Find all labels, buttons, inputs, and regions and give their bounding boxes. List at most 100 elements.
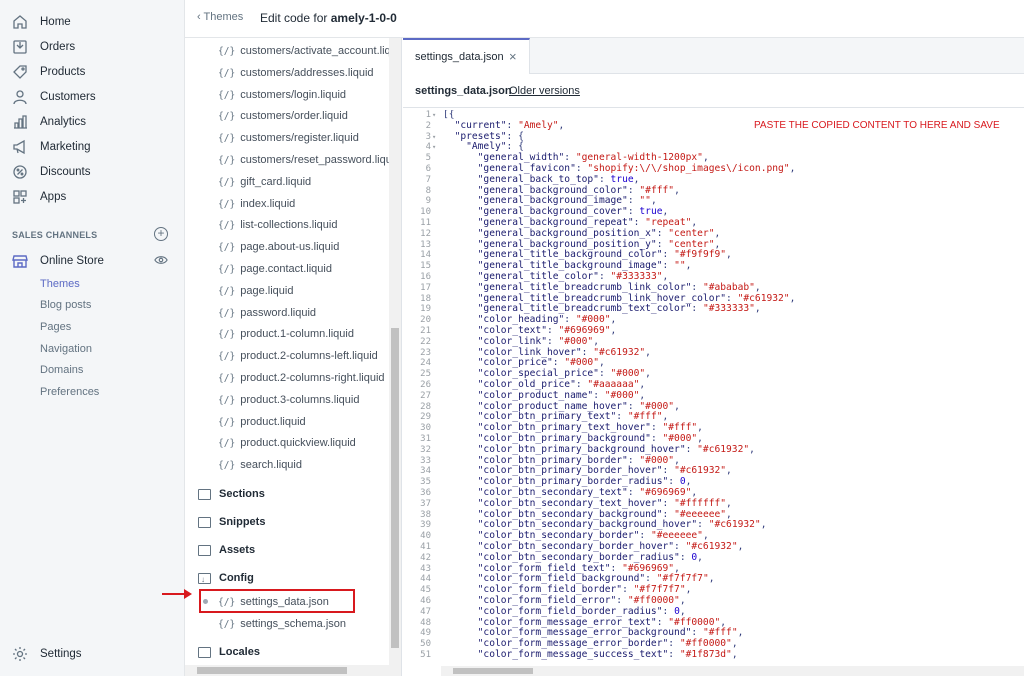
nav-sub-themes[interactable]: Themes <box>40 275 80 293</box>
folder-open-icon <box>198 571 211 589</box>
file-settings-schema[interactable]: {/} settings_schema.json <box>218 615 346 633</box>
folder-locales[interactable]: Locales <box>198 643 260 661</box>
nav-item-online-store[interactable]: Online Store <box>12 250 104 272</box>
file-item[interactable]: {/} page.liquid <box>218 282 293 300</box>
tree-scrollbar-thumb[interactable] <box>391 328 399 648</box>
nav-item-customers[interactable]: Customers <box>12 86 96 108</box>
code-bracket-icon: {/} <box>218 351 236 363</box>
file-item[interactable]: {/} customers/login.liquid <box>218 86 346 104</box>
nav-sub-preferences[interactable]: Preferences <box>40 383 99 401</box>
file-item[interactable]: {/} product.2-columns-right.liquid <box>218 369 385 387</box>
file-item[interactable]: {/} customers/reset_password.liquid <box>218 151 400 169</box>
file-label: customers/reset_password.liquid <box>240 154 401 166</box>
folder-snippets[interactable]: Snippets <box>198 513 265 531</box>
code-bracket-icon: {/} <box>218 198 236 210</box>
line-number: 23 <box>420 347 431 358</box>
nav-item-marketing[interactable]: Marketing <box>12 136 91 158</box>
file-item[interactable]: {/} customers/activate_account.liquid <box>218 42 401 60</box>
file-item[interactable]: {/} customers/register.liquid <box>218 129 359 147</box>
nav-sub-domains[interactable]: Domains <box>40 361 83 379</box>
nav-item-products[interactable]: Products <box>12 61 85 83</box>
nav-item-home[interactable]: Home <box>12 11 71 33</box>
back-to-themes-link[interactable]: ‹ Themes <box>197 11 243 23</box>
code-bracket-icon: {/} <box>218 133 236 145</box>
line-number: 51 <box>420 650 431 660</box>
nav-item-discounts[interactable]: Discounts <box>12 161 91 183</box>
close-icon[interactable]: × <box>509 49 517 64</box>
folder-assets[interactable]: Assets <box>198 541 255 559</box>
nav-sub-pages[interactable]: Pages <box>40 318 71 336</box>
code-bracket-icon: {/} <box>218 438 236 450</box>
file-item[interactable]: {/} gift_card.liquid <box>218 173 311 191</box>
file-label: customers/login.liquid <box>240 88 347 101</box>
file-settings-data[interactable]: {/} settings_data.json <box>218 593 329 611</box>
file-item[interactable]: {/} product.quickview.liquid <box>218 434 356 452</box>
file-item[interactable]: {/} search.liquid <box>218 456 302 474</box>
file-item[interactable]: {/} product.3-columns.liquid <box>218 391 359 409</box>
folder-config[interactable]: Config <box>198 569 254 589</box>
line-number: 16 <box>420 272 431 282</box>
line-number: 39 <box>420 520 431 531</box>
fold-arrow-icon[interactable]: ▾ <box>432 142 436 153</box>
file-label: customers/order.liquid <box>240 110 348 123</box>
code-bracket-icon: {/} <box>218 89 236 101</box>
line-number: 42 <box>420 552 431 563</box>
fold-arrow-icon[interactable]: ▾ <box>432 110 436 121</box>
line-number: 14 <box>420 250 431 261</box>
file-item[interactable]: {/} page.contact.liquid <box>218 260 332 278</box>
nav-label: Online Store <box>40 255 104 267</box>
older-versions-link[interactable]: Older versions <box>509 85 580 97</box>
code-bracket-icon: {/} <box>218 111 236 123</box>
nav-item-analytics[interactable]: Analytics <box>12 111 86 133</box>
nav-item-orders[interactable]: Orders <box>12 36 75 58</box>
nav-label: Marketing <box>40 141 91 153</box>
arrow-right-icon <box>162 589 192 599</box>
line-number: 5 <box>425 153 431 164</box>
tree-horizontal-thumb[interactable] <box>197 667 347 674</box>
code-area[interactable]: 1 ▾[{2 "current": "Amely", 3 ▾ "presets": {… <box>403 110 1024 666</box>
code-bracket-icon: {/} <box>218 155 236 166</box>
nav-item-settings[interactable]: Settings <box>12 643 82 665</box>
add-sales-channel-icon[interactable]: + <box>154 227 168 241</box>
nav-sub-navigation[interactable]: Navigation <box>40 340 92 358</box>
file-label: product.2-columns-right.liquid <box>240 372 385 384</box>
folder-icon <box>198 544 211 556</box>
folder-sections[interactable]: Sections <box>198 485 265 503</box>
fold-arrow-icon[interactable]: ▾ <box>432 132 436 143</box>
line-number: 47 <box>420 606 431 617</box>
folder-label: Locales <box>219 646 260 658</box>
nav-label: Home <box>40 16 71 28</box>
nav-sub-blog-posts[interactable]: Blog posts <box>40 296 91 314</box>
line-number: 4 <box>425 142 431 153</box>
file-label: page.about-us.liquid <box>240 241 340 254</box>
editor-horizontal-thumb[interactable] <box>453 668 533 674</box>
file-item[interactable]: {/} product.2-columns-left.liquid <box>218 347 378 365</box>
file-item[interactable]: {/} password.liquid <box>218 304 316 322</box>
file-label: product.1-column.liquid <box>240 328 354 341</box>
code-bracket-icon: {/} <box>218 220 236 232</box>
file-label: password.liquid <box>240 306 317 319</box>
file-item[interactable]: {/} customers/addresses.liquid <box>218 64 374 82</box>
instruction-annotation: PASTE THE COPIED CONTENT TO HERE AND SAV… <box>754 120 1000 131</box>
file-item[interactable]: {/} product.1-column.liquid <box>218 325 354 343</box>
nav-label: Products <box>40 66 86 78</box>
gear-icon <box>12 646 28 662</box>
folder-icon <box>198 488 211 500</box>
line-number: 27 <box>420 390 431 401</box>
back-label: Themes <box>203 11 244 23</box>
file-item[interactable]: {/} index.liquid <box>218 195 295 213</box>
folder-icon <box>198 646 211 658</box>
file-label: product.quickview.liquid <box>240 437 356 450</box>
nav-item-apps[interactable]: Apps <box>12 186 66 208</box>
file-item[interactable]: {/} product.liquid <box>218 413 306 431</box>
line-number: 13 <box>420 239 431 250</box>
file-item[interactable]: {/} list-collections.liquid <box>218 216 337 234</box>
bar-chart-icon <box>12 114 28 130</box>
eye-icon[interactable] <box>154 253 168 267</box>
file-item[interactable]: {/} customers/order.liquid <box>218 107 348 125</box>
editor-topbar: ‹ Themes Edit code for amely-1-0-0 <box>185 0 1024 38</box>
line-number: 32 <box>420 444 431 455</box>
file-label: index.liquid <box>240 197 296 210</box>
tab-settings-data[interactable]: settings_data.json × <box>403 38 530 74</box>
file-item[interactable]: {/} page.about-us.liquid <box>218 238 339 256</box>
